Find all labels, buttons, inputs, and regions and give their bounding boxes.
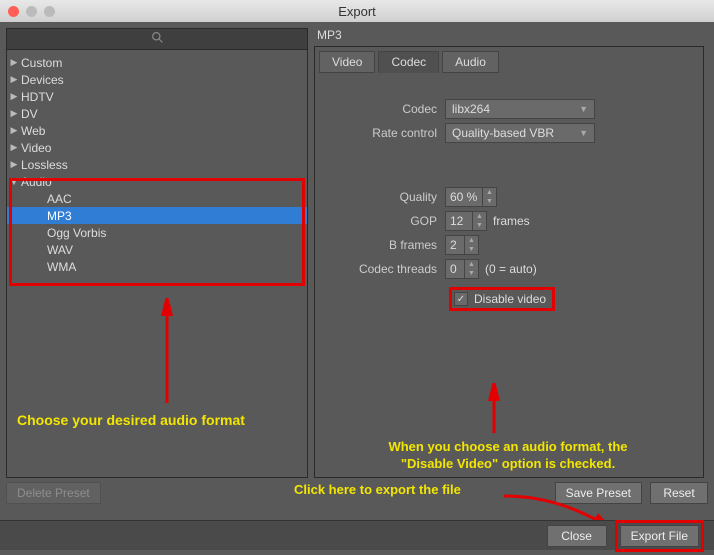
rate-control-label: Rate control: [319, 126, 445, 140]
disable-video-label: Disable video: [474, 292, 546, 306]
disable-video-checkbox[interactable]: ✓: [454, 292, 468, 306]
chevron-right-icon: ▶: [7, 91, 21, 102]
codec-label: Codec: [319, 102, 445, 116]
tree-item-hdtv[interactable]: ▶HDTV: [7, 88, 307, 105]
tree-item-ogg-vorbis[interactable]: Ogg Vorbis: [7, 224, 307, 241]
annotation-text: Choose your desired audio format: [17, 412, 245, 428]
gop-input[interactable]: 12: [445, 211, 473, 231]
annotation-arrow-icon: [479, 383, 509, 437]
chevron-right-icon: ▶: [7, 57, 21, 68]
search-input[interactable]: [6, 28, 308, 50]
chevron-down-icon: ▼: [7, 177, 21, 187]
minimize-window-icon: [26, 6, 37, 17]
tree-item-audio[interactable]: ▼Audio: [7, 173, 307, 190]
tree-item-video[interactable]: ▶Video: [7, 139, 307, 156]
tab-bar: VideoCodecAudio: [319, 51, 699, 73]
chevron-down-icon: ▼: [579, 104, 588, 114]
quality-stepper[interactable]: ▲▼: [483, 187, 497, 207]
quality-input[interactable]: 60 %: [445, 187, 483, 207]
tree-item-custom[interactable]: ▶Custom: [7, 54, 307, 71]
threads-label: Codec threads: [319, 262, 445, 276]
save-preset-button[interactable]: Save Preset: [555, 482, 642, 504]
tree-item-web[interactable]: ▶Web: [7, 122, 307, 139]
threads-suffix: (0 = auto): [485, 262, 537, 276]
export-file-button[interactable]: Export File: [620, 525, 699, 547]
tree-item-wma[interactable]: WMA: [7, 258, 307, 275]
preset-sidebar: ▶Custom▶Devices▶HDTV▶DV▶Web▶Video▶Lossle…: [6, 28, 308, 478]
bframes-input[interactable]: 2: [445, 235, 465, 255]
quality-label: Quality: [319, 190, 445, 204]
close-window-icon[interactable]: [8, 6, 19, 17]
gop-stepper[interactable]: ▲▼: [473, 211, 487, 231]
dialog-footer: Close Export File: [0, 520, 714, 550]
preset-footer: Delete Preset Save Preset Reset: [6, 478, 708, 508]
tab-codec[interactable]: Codec: [378, 51, 439, 73]
tab-video[interactable]: Video: [319, 51, 375, 73]
tree-item-dv[interactable]: ▶DV: [7, 105, 307, 122]
threads-input[interactable]: 0: [445, 259, 465, 279]
bframes-label: B frames: [319, 238, 445, 252]
annotation-arrow-icon: [152, 298, 182, 408]
window-title: Export: [0, 4, 714, 19]
zoom-window-icon: [44, 6, 55, 17]
annotation-text: When you choose an audio format, the "Di…: [343, 439, 673, 473]
tree-item-lossless[interactable]: ▶Lossless: [7, 156, 307, 173]
annotation-box: Export File: [615, 520, 704, 552]
chevron-right-icon: ▶: [7, 74, 21, 85]
tree-item-aac[interactable]: AAC: [7, 190, 307, 207]
selected-format-label: MP3: [314, 28, 704, 46]
tree-item-devices[interactable]: ▶Devices: [7, 71, 307, 88]
close-button[interactable]: Close: [547, 525, 607, 547]
gop-label: GOP: [319, 214, 445, 228]
window-controls: [8, 6, 55, 17]
gop-suffix: frames: [493, 214, 530, 228]
preset-tree: ▶Custom▶Devices▶HDTV▶DV▶Web▶Video▶Lossle…: [7, 50, 307, 275]
settings-panel: VideoCodecAudio Codec libx264▼ Rate cont…: [314, 46, 704, 478]
tab-audio[interactable]: Audio: [442, 51, 499, 73]
codec-select[interactable]: libx264▼: [445, 99, 595, 119]
chevron-down-icon: ▼: [579, 128, 588, 138]
titlebar: Export: [0, 0, 714, 22]
search-icon: [151, 31, 164, 47]
tree-item-mp3[interactable]: MP3: [7, 207, 307, 224]
tree-item-wav[interactable]: WAV: [7, 241, 307, 258]
bframes-stepper[interactable]: ▲▼: [465, 235, 479, 255]
delete-preset-button: Delete Preset: [6, 482, 101, 504]
chevron-right-icon: ▶: [7, 142, 21, 153]
annotation-box: ✓ Disable video: [449, 287, 555, 311]
reset-button[interactable]: Reset: [650, 482, 708, 504]
rate-control-select[interactable]: Quality-based VBR▼: [445, 123, 595, 143]
chevron-right-icon: ▶: [7, 159, 21, 170]
chevron-right-icon: ▶: [7, 108, 21, 119]
threads-stepper[interactable]: ▲▼: [465, 259, 479, 279]
chevron-right-icon: ▶: [7, 125, 21, 136]
